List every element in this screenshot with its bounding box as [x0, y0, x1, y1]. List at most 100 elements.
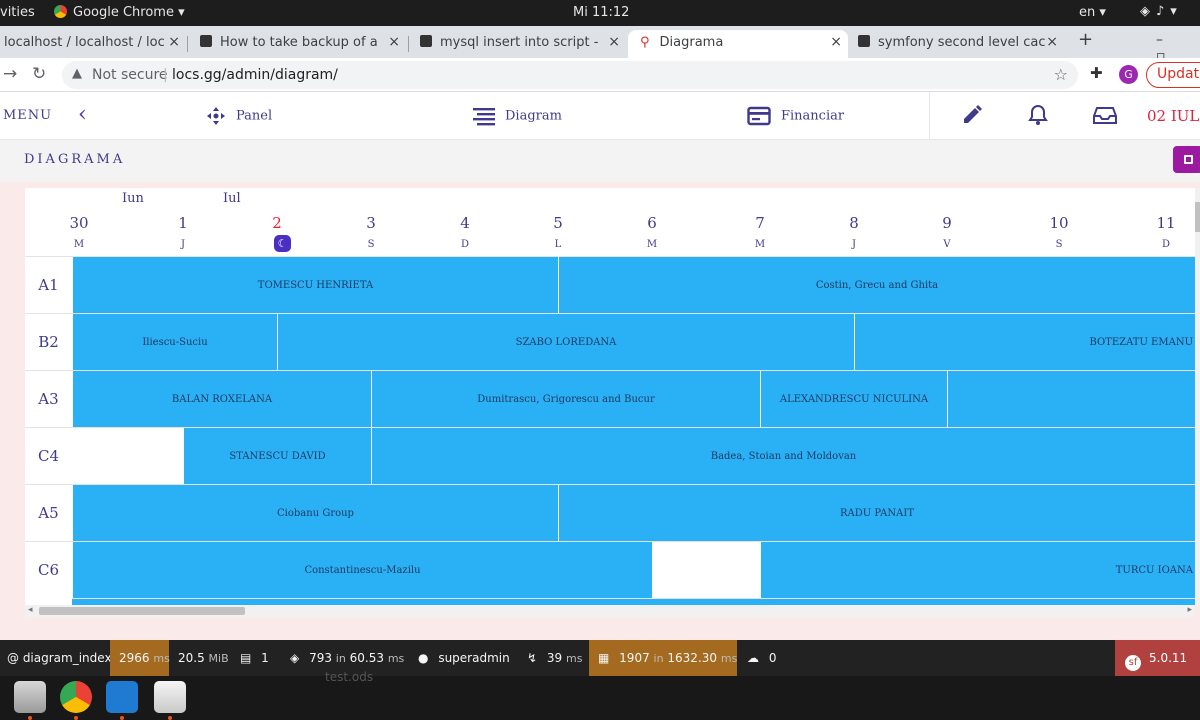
booking-block[interactable]: Constantinescu-Mazilu: [72, 542, 652, 598]
system-tray-icons[interactable]: ◈♪▾: [1140, 4, 1183, 19]
request-time[interactable]: 2966 ms: [110, 640, 170, 676]
booking-block[interactable]: Ciobanu Group: [72, 485, 558, 541]
divider: [929, 92, 930, 140]
close-icon[interactable]: ×: [608, 34, 620, 50]
browser-toolbar: → ↻ ▲ Not secure | locs.gg/admin/diagram…: [0, 58, 1200, 92]
booking-block[interactable]: ALEXANDRESCU NICULINA: [760, 371, 947, 427]
menu-toggle[interactable]: MENU: [3, 108, 52, 123]
page-title: DIAGRAMA: [24, 152, 126, 167]
events-panel[interactable]: ↯ 39 ms: [527, 640, 582, 676]
scrollbar-thumb[interactable]: [39, 607, 245, 615]
booking-block[interactable]: BALAN ROXELANA: [72, 371, 371, 427]
update-button[interactable]: Update: [1146, 62, 1200, 88]
language-indicator[interactable]: en ▾: [1079, 5, 1106, 20]
tab-backup[interactable]: How to take backup of a ×: [196, 30, 406, 58]
nav-panel[interactable]: Panel: [206, 106, 272, 126]
nav-diagram-label: Diagram: [505, 108, 562, 124]
forms-panel[interactable]: ▤ 1: [240, 640, 269, 676]
close-icon[interactable]: ×: [830, 34, 842, 50]
close-icon[interactable]: ×: [388, 34, 400, 50]
day-of-week: J: [851, 239, 857, 250]
files-app-icon[interactable]: [14, 681, 46, 713]
day-number[interactable]: 7: [755, 214, 765, 232]
day-number[interactable]: 30: [69, 214, 88, 232]
day-of-week: D: [1161, 239, 1171, 250]
twig-count: 793: [309, 651, 332, 665]
cache-panel[interactable]: ☁ 0: [747, 640, 776, 676]
reload-icon[interactable]: ↻: [32, 64, 46, 84]
activities-button[interactable]: vities: [0, 5, 35, 20]
extensions-icon[interactable]: ✚: [1090, 64, 1103, 82]
app-menu[interactable]: Google Chrome ▾: [54, 5, 185, 20]
calendar-button[interactable]: [1173, 146, 1200, 173]
schedule-grid: Iun Iul 30 M 1 J 2 ☾ 3 S 4 D 5 L 6 M 7 M 8 J 9 V 10 S 11 D A1 TOMES…: [25, 188, 1195, 605]
booking-block[interactable]: SZABO LOREDANA: [277, 314, 854, 370]
booking-block[interactable]: TOMESCU HENRIETA: [72, 257, 558, 313]
memory-usage[interactable]: 20.5 MiB: [178, 640, 229, 676]
vscode-app-icon[interactable]: [106, 681, 138, 713]
booking-block[interactable]: RADU PANAIT: [558, 485, 1195, 541]
day-number[interactable]: 5: [553, 214, 563, 232]
url-text[interactable]: locs.gg/admin/diagram/: [172, 67, 338, 83]
inbox-icon[interactable]: [1093, 104, 1117, 130]
day-number[interactable]: 4: [460, 214, 470, 232]
day-number[interactable]: 1: [178, 214, 188, 232]
clock[interactable]: Mi 11:12: [573, 5, 629, 20]
booking-block[interactable]: Dumitrascu, Grigorescu and Bucur: [371, 371, 760, 427]
booking-block[interactable]: BOTEZATU EMANU: [854, 314, 1195, 370]
tab-phpmyadmin[interactable]: localhost / localhost / loc ×: [0, 30, 186, 58]
day-number[interactable]: 2: [272, 214, 282, 232]
day-number[interactable]: 9: [942, 214, 952, 232]
vertical-scrollbar[interactable]: [1195, 188, 1200, 605]
chrome-app-icon[interactable]: [60, 681, 92, 713]
database-panel[interactable]: ▦ 1907 in 1632.30 ms: [589, 640, 737, 676]
scrollbar-thumb[interactable]: [1195, 202, 1200, 232]
booking-block[interactable]: STANESCU DAVID: [183, 428, 371, 484]
room-label[interactable]: B2: [25, 313, 72, 370]
day-number[interactable]: 6: [647, 214, 657, 232]
text-editor-app-icon[interactable]: [154, 681, 186, 713]
location-pin-icon: ⚲: [640, 35, 650, 50]
day-of-week: S: [1055, 239, 1063, 250]
route-name[interactable]: @ diagram_index: [7, 640, 112, 676]
warning-icon: ▲: [72, 66, 82, 81]
tab-title: mysql insert into script -: [440, 35, 599, 50]
room-label[interactable]: A3: [25, 370, 72, 427]
booking-block[interactable]: Iliescu-Suciu: [72, 314, 277, 370]
booking-block[interactable]: [947, 371, 1195, 427]
booking-block[interactable]: TURCU IOANA: [760, 542, 1195, 598]
nav-diagram[interactable]: Diagram: [473, 106, 562, 126]
chevron-left-icon[interactable]: ‹: [78, 102, 87, 127]
room-label[interactable]: A1: [25, 256, 72, 313]
tab-symfony[interactable]: symfony second level cac ×: [854, 30, 1064, 58]
booking-block[interactable]: Badea, Stoian and Moldovan: [371, 428, 1195, 484]
day-number[interactable]: 11: [1156, 214, 1175, 232]
horizontal-scrollbar[interactable]: ◂ ▸: [25, 605, 1195, 617]
booking-block[interactable]: Costin, Grecu and Ghita: [558, 257, 1195, 313]
room-label[interactable]: C4: [25, 427, 72, 484]
tab-mysql[interactable]: mysql insert into script - ×: [416, 30, 626, 58]
profile-avatar[interactable]: G: [1119, 65, 1138, 84]
unit: ms: [387, 652, 405, 665]
current-date[interactable]: 02 IUL: [1147, 107, 1199, 125]
close-icon[interactable]: ×: [168, 34, 180, 50]
language-label: en: [1079, 5, 1096, 20]
day-number[interactable]: 10: [1049, 214, 1068, 232]
bell-icon[interactable]: [1028, 104, 1048, 130]
symfony-version[interactable]: sf 5.0.11: [1115, 640, 1200, 676]
security-panel[interactable]: ● superadmin: [418, 640, 510, 676]
forward-icon[interactable]: →: [3, 64, 17, 84]
close-icon[interactable]: ×: [1046, 34, 1058, 50]
bookmark-star-icon[interactable]: ☆: [1054, 65, 1068, 84]
new-tab-button[interactable]: +: [1078, 29, 1093, 50]
day-number[interactable]: 8: [849, 214, 859, 232]
nav-financiar[interactable]: Financiar: [747, 106, 844, 126]
tab-diagrama[interactable]: ⚲ Diagrama ×: [628, 30, 848, 58]
address-bar[interactable]: ▲ Not secure | locs.gg/admin/diagram/ ☆: [62, 61, 1078, 89]
room-label[interactable]: C6: [25, 541, 72, 598]
scroll-right-arrow[interactable]: ▸: [1187, 605, 1192, 615]
scroll-left-arrow[interactable]: ◂: [28, 605, 33, 615]
pencil-icon[interactable]: [961, 104, 983, 130]
day-number[interactable]: 3: [366, 214, 376, 232]
room-label[interactable]: A5: [25, 484, 72, 541]
